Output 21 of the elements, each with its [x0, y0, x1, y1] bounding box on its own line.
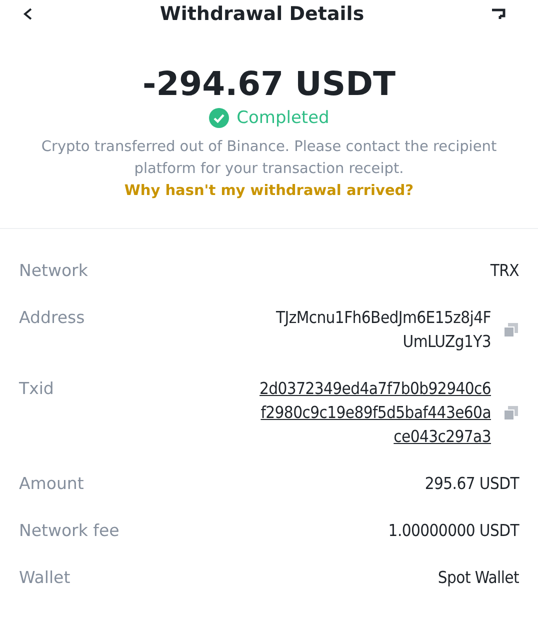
check-circle-icon [208, 108, 229, 128]
txid-link[interactable]: ce043c297a3 [394, 425, 491, 449]
detail-label: Address [19, 307, 85, 329]
txid-link[interactable]: 2d0372349ed4a7f7b0b92940c6 [260, 377, 491, 401]
back-icon[interactable] [22, 8, 34, 20]
page-title: Withdrawal Details [160, 3, 364, 25]
detail-value: 1.00000000 USDT [388, 520, 519, 542]
detail-label: Network fee [19, 520, 120, 542]
detail-value: TJzMcnu1Fh6BedJm6E15z8j4F [276, 307, 491, 329]
txid-link[interactable]: f2980c9c19e89f5d5baf443e60a [260, 401, 491, 425]
status-text: Completed [236, 108, 330, 128]
detail-value: TRX [490, 260, 519, 282]
detail-value: 295.67 USDT [424, 473, 519, 495]
info-note: Crypto transferred out of Binance. Please contact the recipient platform for your transaction receipt. [40, 138, 498, 179]
detail-label: Network [19, 260, 88, 282]
withdrawal-amount: -294.67 USDT [142, 63, 396, 105]
detail-value: UmLUZg1Y3 [402, 331, 491, 353]
detail-label: Txid [19, 378, 54, 400]
detail-value: Spot Wallet [438, 567, 519, 589]
detail-label: Amount [19, 473, 84, 495]
detail-label: Wallet [19, 567, 70, 589]
